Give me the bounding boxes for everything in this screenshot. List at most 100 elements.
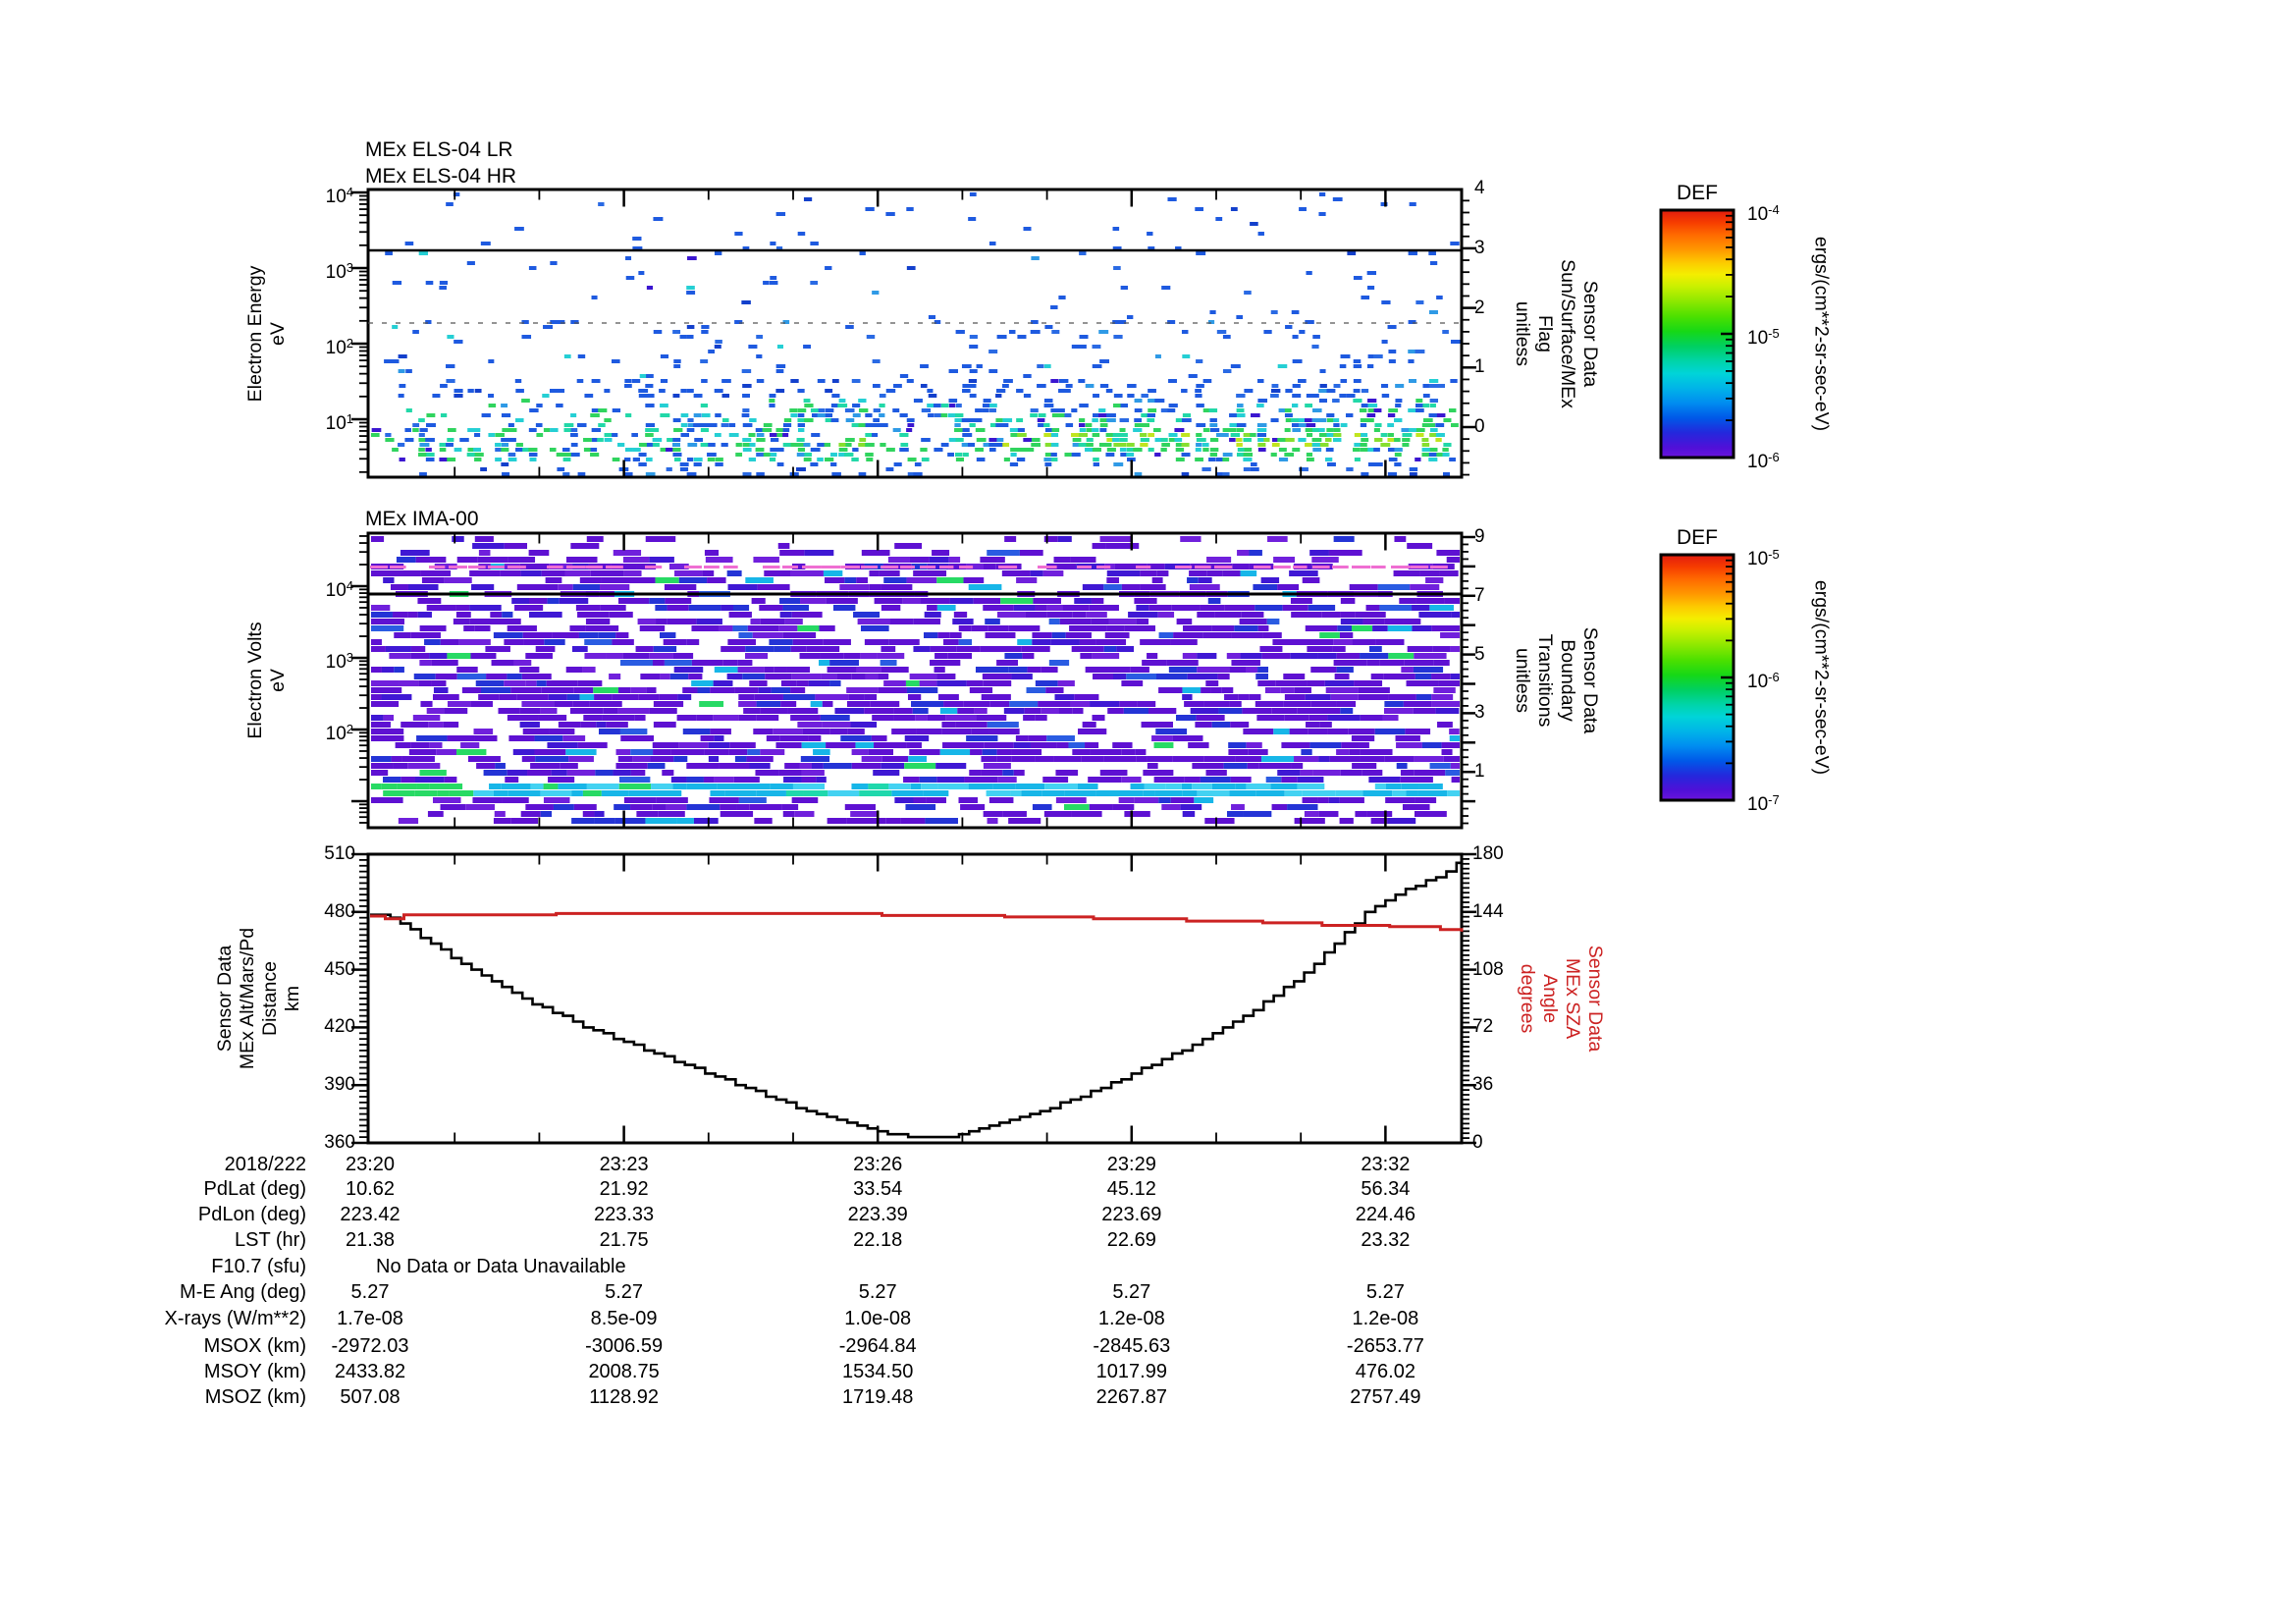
ima-spectrogram-cell	[906, 577, 937, 583]
ima-spectrogram-cell	[609, 674, 621, 679]
ima-spectrogram-cell	[589, 701, 622, 707]
els-spectrogram-cell	[1395, 404, 1402, 407]
ima-spectrogram-cell	[1401, 667, 1414, 673]
els-spectrogram-cell	[1449, 458, 1456, 461]
els-spectrogram-cell	[865, 433, 873, 437]
els-spectrogram-cell	[1105, 453, 1115, 457]
els-spectrogram-cell	[1093, 394, 1099, 398]
ima-spectrogram-cell	[721, 605, 734, 611]
ima-spectrogram-cell	[1201, 687, 1211, 693]
ima-spectrogram-cell	[1231, 632, 1263, 638]
ima-spectrogram-cell	[924, 632, 938, 638]
ima-spectrogram-cell	[949, 632, 962, 638]
els-spectrogram-cell	[1072, 438, 1082, 442]
ima-spectrogram-cell	[1055, 770, 1079, 776]
els-spectrogram-cell	[1360, 408, 1367, 412]
els-spectrogram-cell	[679, 462, 689, 466]
els-spectrogram-cell	[521, 399, 530, 403]
ima-spectrogram-cell	[538, 715, 567, 721]
els-spectrogram-cell	[1215, 217, 1223, 221]
ima-spectrogram-cell	[720, 811, 754, 817]
els-spectrogram-cell	[1147, 418, 1155, 422]
ima-spectrogram-cell	[371, 770, 389, 776]
ima-spectrogram-cell	[1088, 777, 1122, 783]
els-spectrogram-cell	[459, 438, 469, 442]
ima-spectrogram-cell	[834, 708, 865, 714]
els-spectrogram-cell	[1085, 448, 1094, 452]
ima-spectrogram-cell	[371, 570, 396, 576]
ima-spectrogram-cell	[756, 790, 786, 796]
els-spectrogram-cell	[721, 418, 729, 422]
els-spectrogram-cell	[1366, 418, 1374, 422]
els-right-tick-label: 4	[1474, 178, 1485, 199]
ima-spectrogram-cell	[1255, 701, 1284, 707]
els-spectrogram-cell	[906, 207, 914, 211]
els-spectrogram-cell	[1079, 423, 1086, 427]
ima-spectrogram-cell	[958, 639, 973, 645]
ima-spectrogram-cell	[894, 797, 914, 803]
ima-spectrogram-cell	[1358, 687, 1390, 693]
ima-spectrogram-cell	[582, 790, 602, 796]
ima-spectrogram-cell	[826, 742, 856, 748]
ima-spectrogram-cell	[1340, 708, 1354, 714]
ima-spectrogram-cell	[1248, 749, 1268, 755]
table-cell-value: 2757.49	[1350, 1386, 1421, 1408]
els-spectrogram-cell	[488, 394, 495, 398]
ima-spectrogram-cell	[749, 763, 771, 769]
ima-spectrogram-cell	[1224, 694, 1239, 700]
ima-magenta-line-segment	[1352, 566, 1371, 568]
ima-spectrogram-cell	[729, 742, 756, 748]
els-spectrogram-cell	[1435, 438, 1442, 442]
ima-spectrogram-cell	[721, 646, 746, 652]
els-spectrogram-cell	[1263, 330, 1272, 334]
ima-right-tick-label: 9	[1474, 525, 1485, 547]
ima-spectrogram-cell	[1126, 674, 1156, 679]
ima-spectrogram-cell	[822, 722, 851, 728]
ima-spectrogram-cell	[1257, 667, 1269, 673]
els-spectrogram-cell	[646, 286, 654, 290]
els-spectrogram-cell	[1311, 438, 1322, 442]
ima-spectrogram-cell	[881, 667, 909, 673]
ima-spectrogram-cell	[645, 818, 677, 824]
ima-spectrogram-cell	[493, 632, 523, 638]
els-spectrogram-cell	[1442, 453, 1450, 457]
ima-spectrogram-cell	[759, 605, 783, 611]
ima-spectrogram-cell	[734, 756, 747, 762]
els-spectrogram-cell	[1319, 384, 1327, 388]
ima-spectrogram-cell	[855, 742, 875, 748]
els-spectrogram-cell	[920, 384, 928, 388]
els-spectrogram-cell	[858, 399, 867, 403]
ima-spectrogram-cell	[1417, 790, 1448, 796]
ima-spectrogram-cell	[1340, 598, 1356, 604]
ima-spectrogram-cell	[728, 612, 752, 618]
els-spectrogram-cell	[495, 443, 502, 447]
ima-spectrogram-cell	[832, 605, 856, 611]
els-spectrogram-cell	[1078, 443, 1087, 447]
els-spectrogram-cell	[1093, 462, 1099, 466]
els-spectrogram-cell	[913, 399, 923, 403]
ima-spectrogram-cell	[1203, 701, 1230, 707]
ima-spectrogram-cell	[1226, 811, 1244, 817]
ima-spectrogram-cell	[1312, 770, 1341, 776]
els-spectrogram-cell	[467, 389, 474, 393]
els-spectrogram-cell	[686, 286, 695, 290]
els-spectrogram-cell	[549, 448, 557, 452]
els-spectrogram-cell	[892, 428, 901, 432]
ima-spectrogram-cell	[1089, 605, 1119, 611]
els-spectrogram-cell	[521, 335, 532, 339]
els-spectrogram-cell	[825, 389, 833, 393]
ima-spectrogram-cell	[1333, 660, 1367, 666]
ima-spectrogram-cell	[1383, 674, 1415, 679]
ima-spectrogram-cell	[1035, 715, 1047, 721]
ima-spectrogram-cell	[672, 784, 687, 789]
els-spectrogram-cell	[1016, 389, 1024, 393]
ima-spectrogram-cell	[1200, 777, 1231, 783]
els-spectrogram-cell	[1043, 364, 1051, 368]
ima-spectrogram-cell	[942, 742, 974, 748]
ima-spectrogram-cell	[782, 632, 817, 638]
els-spectrogram-cell	[1395, 384, 1405, 388]
els-spectrogram-cell	[474, 389, 482, 393]
els-spectrogram-cell	[879, 413, 885, 417]
els-spectrogram-cell	[817, 379, 826, 383]
els-spectrogram-cell	[1415, 300, 1424, 304]
